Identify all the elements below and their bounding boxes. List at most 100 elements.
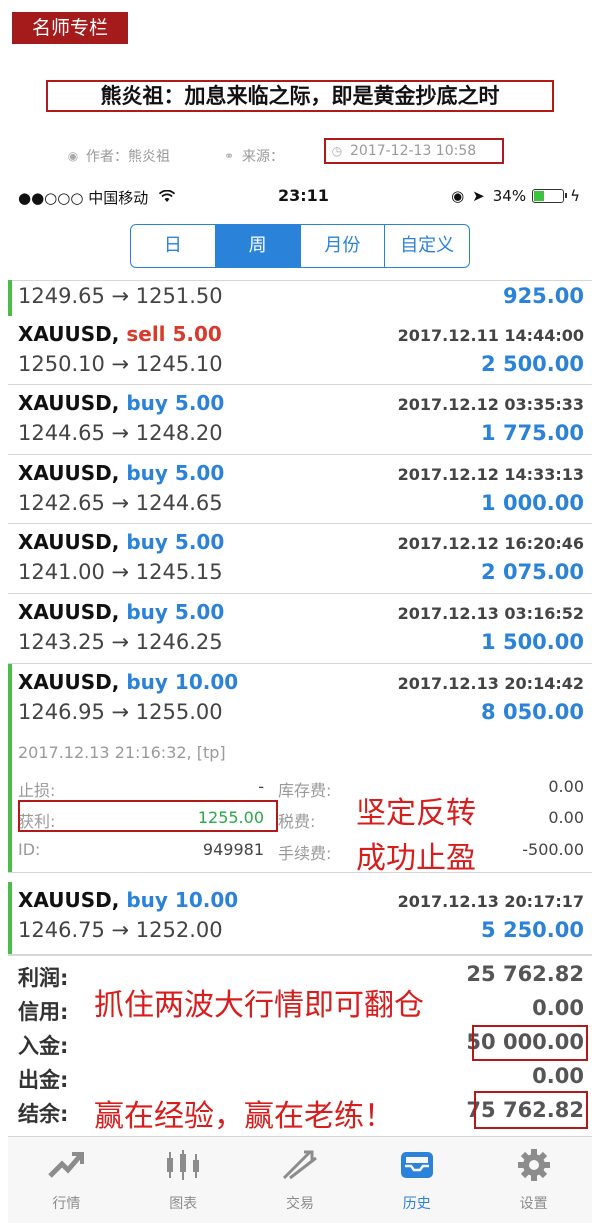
symbol-name: XAUUSD, <box>18 322 120 346</box>
symbol-name: XAUUSD, <box>18 530 120 554</box>
trade-prices: 1249.65 → 1251.50 <box>18 284 223 308</box>
fee-value: -500.00 <box>522 840 584 859</box>
author-info: ◉ 作者：熊炎祖 <box>66 144 170 168</box>
trade-row[interactable]: XAUUSD, sell 5.00 2017.12.11 14:44:00 1250… <box>8 316 592 385</box>
credit-label: 信用: <box>18 1000 69 1024</box>
trade-volume: 5.00 <box>174 530 225 554</box>
tab-label: 交易 <box>285 1196 314 1212</box>
trade-profit: 2 075.00 <box>481 560 584 584</box>
divider <box>8 955 592 956</box>
trade-row[interactable]: XAUUSD, buy 5.00 2017.12.12 16:20:46 1241.… <box>8 524 592 594</box>
fee-label: 手续费: <box>278 844 332 863</box>
trade-time: 2017.12.13 20:17:17 <box>397 892 584 911</box>
trade-side: buy <box>126 391 168 415</box>
settings-icon <box>475 1147 592 1183</box>
tp-highlight-box <box>18 800 278 832</box>
trade-time: 2017.12.12 14:33:13 <box>397 465 584 484</box>
symbol-name: XAUUSD, <box>18 391 120 415</box>
trade-time: 2017.12.12 16:20:46 <box>397 534 584 553</box>
withdraw-label: 出金: <box>18 1068 69 1092</box>
chart-icon <box>125 1147 242 1183</box>
trade-time: 2017.12.11 14:44:00 <box>397 326 584 345</box>
period-tab-1[interactable]: 周 <box>215 225 301 267</box>
clock-icon: ◷ <box>331 144 343 158</box>
source-label: 来源： <box>242 149 284 165</box>
trade-time: 2017.12.13 20:14:42 <box>397 674 584 693</box>
trade-symbol: XAUUSD, buy 10.00 <box>18 888 238 912</box>
trade-profit: 1 500.00 <box>481 630 584 654</box>
profit-value: 25 762.82 <box>466 962 584 986</box>
trade-time: 2017.12.13 03:16:52 <box>397 604 584 623</box>
trade-symbol: XAUUSD, buy 5.00 <box>18 600 224 624</box>
clock: 23:11 <box>278 186 329 205</box>
trade-row[interactable]: XAUUSD, buy 5.00 2017.12.12 03:35:33 1244.… <box>8 385 592 455</box>
trade-side: buy <box>126 888 168 912</box>
trade-row[interactable]: XAUUSD, buy 5.00 2017.12.13 03:16:52 1243.… <box>8 594 592 664</box>
trade-profit: 8 050.00 <box>481 700 584 724</box>
row-marker <box>8 664 12 872</box>
article-title: 熊炎祖：加息来临之际，即是黄金抄底之时 <box>46 80 554 112</box>
trade-symbol: XAUUSD, sell 5.00 <box>18 322 222 346</box>
wifi-icon <box>158 189 176 207</box>
period-tab-3[interactable]: 自定义 <box>385 225 469 267</box>
period-tab-0[interactable]: 日 <box>131 225 216 267</box>
trade-prices: 1246.95 → 1255.00 <box>18 700 223 724</box>
tab-label: 设置 <box>519 1196 548 1212</box>
bottom-tab-bar: 行情 图表 交易 历史 设置 <box>8 1136 592 1223</box>
symbol-name: XAUUSD, <box>18 670 120 694</box>
source-info: ⚭ 来源： <box>222 144 284 168</box>
trade-volume: 5.00 <box>172 322 222 346</box>
trade-side: buy <box>126 530 168 554</box>
trade-prices: 1241.00 → 1245.15 <box>18 560 223 584</box>
tab-quotes[interactable]: 行情 <box>8 1137 125 1223</box>
trade-side: buy <box>126 670 168 694</box>
trade-prices: 1243.25 → 1246.25 <box>18 630 223 654</box>
status-right: ◉ ➤ 34% ϟ <box>451 187 580 205</box>
id-label: ID: <box>18 840 41 859</box>
row-marker <box>8 280 12 316</box>
tab-label: 图表 <box>169 1196 198 1212</box>
trade-icon <box>242 1147 359 1183</box>
trade-prices: 1242.65 → 1244.65 <box>18 491 223 515</box>
publish-date: ◷ 2017-12-13 10:58 <box>324 138 504 164</box>
tab-label: 行情 <box>52 1196 81 1212</box>
carrier: ●●○○○ 中国移动 <box>18 187 176 208</box>
battery-percent: 34% <box>492 187 527 205</box>
trade-row-partial[interactable]: 1249.65 → 1251.50 925.00 <box>8 280 592 316</box>
trade-prices: 1250.10 → 1245.10 <box>18 352 223 376</box>
phone-screenshot: ●●○○○ 中国移动 23:11 ◉ ➤ 34% ϟ 日周月份 自定义 1249.… <box>8 178 592 1223</box>
trade-profit: 1 775.00 <box>481 421 584 445</box>
annotation-take-profit: 成功止盈 <box>356 841 476 876</box>
balance-highlight-box <box>474 1091 588 1129</box>
trade-volume: 5.00 <box>174 391 225 415</box>
trade-profit: 5 250.00 <box>481 918 584 942</box>
trade-volume: 5.00 <box>174 461 225 485</box>
battery-icon <box>532 189 568 203</box>
tab-history[interactable]: 历史 <box>358 1137 475 1223</box>
period-tab-2[interactable]: 月份 <box>301 225 386 267</box>
trade-volume: 10.00 <box>174 670 239 694</box>
period-selector[interactable]: 日周月份 自定义 <box>130 224 470 268</box>
id-value: 949981 <box>202 840 264 859</box>
trade-symbol: XAUUSD, buy 5.00 <box>18 391 224 415</box>
quotes-icon <box>8 1147 125 1183</box>
symbol-name: XAUUSD, <box>18 888 120 912</box>
trade-profit: 925.00 <box>502 284 584 308</box>
trade-row[interactable]: XAUUSD, buy 5.00 2017.12.12 14:33:13 1242.… <box>8 455 592 524</box>
tax-value: 0.00 <box>548 808 584 827</box>
deposit-highlight-box <box>472 1025 588 1061</box>
row-marker <box>8 882 12 955</box>
tab-settings[interactable]: 设置 <box>475 1137 592 1223</box>
trade-prices: 1244.65 → 1248.20 <box>18 421 223 445</box>
trade-side: sell <box>126 322 166 346</box>
tab-trade[interactable]: 交易 <box>242 1137 359 1223</box>
trade-side: buy <box>126 600 168 624</box>
trade-volume: 10.00 <box>174 888 239 912</box>
divider <box>8 872 592 873</box>
history-icon <box>358 1147 475 1183</box>
tab-chart[interactable]: 图表 <box>125 1137 242 1223</box>
charging-icon: ϟ <box>570 187 580 205</box>
trade-symbol: XAUUSD, buy 5.00 <box>18 461 224 485</box>
column-tag: 名师专栏 <box>12 12 128 44</box>
trade-row[interactable]: XAUUSD, buy 10.00 2017.12.13 20:17:17 1246… <box>8 882 592 955</box>
